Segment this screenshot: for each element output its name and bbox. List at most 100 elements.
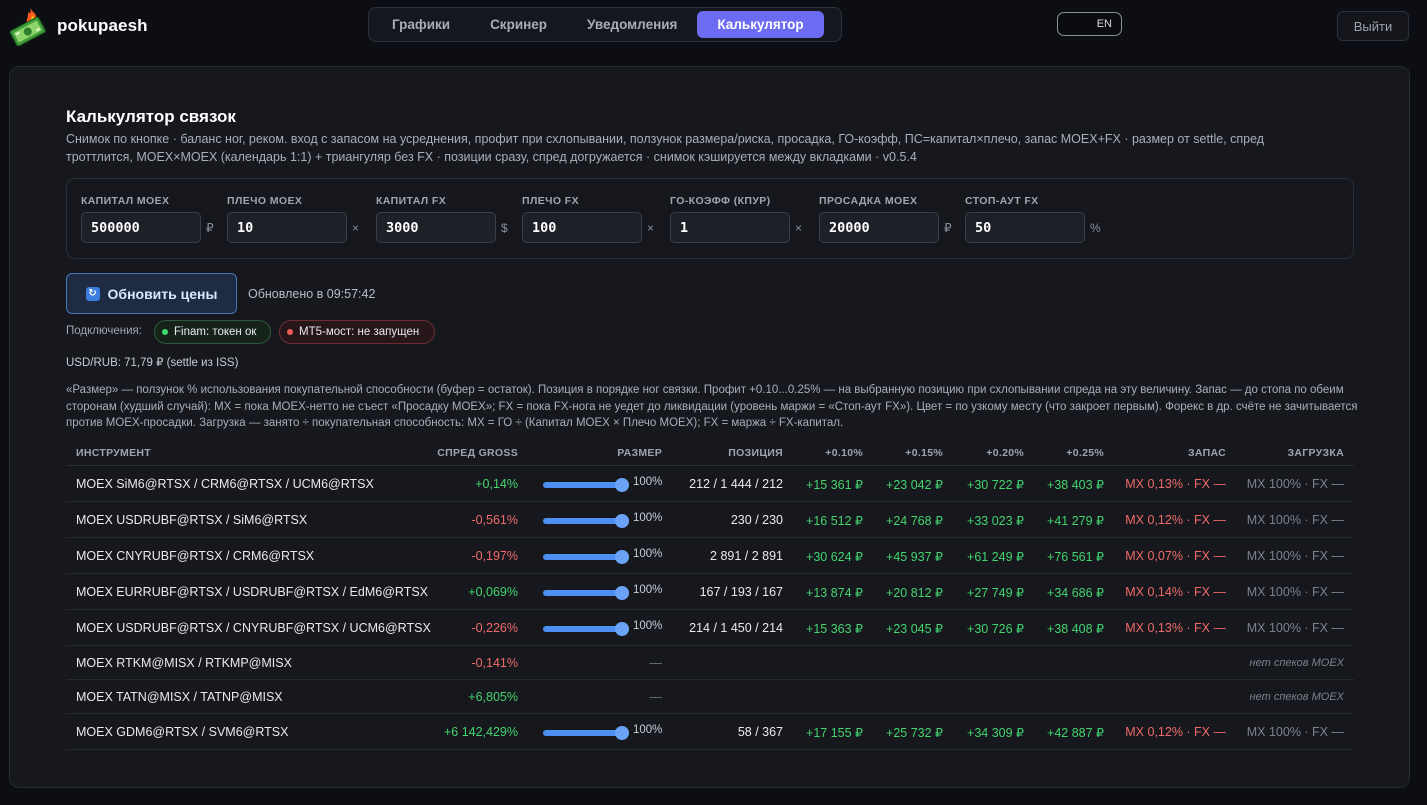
refresh-prices-button[interactable]: ↻ Обновить цены xyxy=(66,273,237,314)
slider-thumb[interactable] xyxy=(615,726,629,740)
reserve-value: MX 0,14% · FX — xyxy=(1125,585,1226,599)
tab-screener[interactable]: Скринер xyxy=(470,11,567,38)
profit-010: +13 874 ₽ xyxy=(806,586,863,600)
size-percent: 100% xyxy=(633,620,663,632)
col-p10: +0.10% xyxy=(825,447,863,459)
leverage-moex-input[interactable]: 10 xyxy=(227,212,347,243)
spread-value: +0,069% xyxy=(468,585,518,599)
profit-015: +24 768 ₽ xyxy=(886,514,943,528)
capital-fx-input[interactable]: 3000 xyxy=(376,212,496,243)
status-dot-icon xyxy=(162,329,168,335)
param-stopout-fx: СТОП-АУТ FX 50 % xyxy=(965,195,1101,243)
slider-thumb[interactable] xyxy=(615,586,629,600)
language-label: EN xyxy=(1096,18,1112,30)
slider-thumb[interactable] xyxy=(615,550,629,564)
tab-charts[interactable]: Графики xyxy=(372,11,470,38)
position-value: 167 / 193 / 167 xyxy=(699,585,783,599)
col-p20: +0.20% xyxy=(986,447,1024,459)
size-percent: 100% xyxy=(633,584,663,596)
row-note: нет спеков MOEX xyxy=(1249,691,1344,703)
table-row: MOEX USDRUBF@RTSX / CNYRUBF@RTSX / UCM6@… xyxy=(66,610,1354,646)
table-row: MOEX RTKM@MISX / RTKMP@MISX -0,141% — нет с… xyxy=(66,646,1354,680)
profit-015: +23 042 ₽ xyxy=(886,478,943,492)
instrument-name: MOEX SiM6@RTSX / CRM6@RTSX / UCM6@RTSX xyxy=(76,477,374,491)
col-load: ЗАГРУЗКА xyxy=(1287,447,1344,459)
position-value: 214 / 1 450 / 214 xyxy=(689,621,783,635)
slider-track xyxy=(543,518,626,524)
load-value: MX 100% · FX — xyxy=(1246,513,1344,527)
position-value: 2 891 / 2 891 xyxy=(710,549,783,563)
param-go-coef: ГО-КОЭФФ (КПУР) 1 × xyxy=(670,195,802,243)
param-label: ПЛЕЧО FX xyxy=(522,195,579,207)
finam-status-text: Finam: токен ок xyxy=(174,326,257,338)
reserve-value: MX 0,12% · FX — xyxy=(1125,725,1226,739)
table-header: ИНСТРУМЕНТ СПРЕД GROSS РАЗМЕР ПОЗИЦИЯ +0… xyxy=(66,438,1354,466)
size-slider[interactable] xyxy=(543,726,629,740)
capital-moex-input[interactable]: 500000 xyxy=(81,212,201,243)
param-label: ПРОСАДКА MOEX xyxy=(819,195,918,207)
stopout-fx-input[interactable]: 50 xyxy=(965,212,1085,243)
spread-value: -0,226% xyxy=(471,621,518,635)
logo[interactable]: pokupaesh xyxy=(8,6,148,46)
profit-025: +38 408 ₽ xyxy=(1047,622,1104,636)
param-unit: ₽ xyxy=(206,220,214,235)
profit-010: +15 361 ₽ xyxy=(806,478,863,492)
param-leverage-fx: ПЛЕЧО FX 100 × xyxy=(522,195,654,243)
profit-020: +33 023 ₽ xyxy=(967,514,1024,528)
load-value: MX 100% · FX — xyxy=(1246,621,1344,635)
refresh-label: Обновить цены xyxy=(107,285,218,302)
col-position: ПОЗИЦИЯ xyxy=(728,447,783,459)
size-slider[interactable] xyxy=(543,550,629,564)
profit-010: +16 512 ₽ xyxy=(806,514,863,528)
drawdown-moex-input[interactable]: 20000 xyxy=(819,212,939,243)
spread-value: +6 142,429% xyxy=(443,725,518,739)
main-nav: Графики Скринер Уведомления Калькулятор xyxy=(368,7,842,42)
col-reserve: ЗАПАС xyxy=(1188,447,1226,459)
spread-value: +0,14% xyxy=(475,477,518,491)
reserve-value: MX 0,13% · FX — xyxy=(1125,621,1226,635)
profit-025: +38 403 ₽ xyxy=(1047,478,1104,492)
size-slider[interactable] xyxy=(543,478,629,492)
profit-010: +30 624 ₽ xyxy=(806,550,863,564)
instrument-name: MOEX EURRUBF@RTSX / USDRUBF@RTSX / EdM6@… xyxy=(76,585,429,599)
size-slider[interactable] xyxy=(543,514,629,528)
size-empty: — xyxy=(649,690,663,704)
param-capital-moex: КАПИТАЛ MOEX 500000 ₽ xyxy=(81,195,214,243)
size-slider[interactable] xyxy=(543,622,629,636)
language-toggle[interactable]: EN xyxy=(1057,12,1122,36)
instrument-name: MOEX GDM6@RTSX / SVM6@RTSX xyxy=(76,725,289,739)
slider-track xyxy=(543,590,626,596)
profit-020: +34 309 ₽ xyxy=(967,726,1024,740)
load-value: MX 100% · FX — xyxy=(1246,725,1344,739)
mt5-status-text: MT5-мост: не запущен xyxy=(299,326,420,338)
profit-015: +20 812 ₽ xyxy=(886,586,943,600)
param-capital-fx: КАПИТАЛ FX 3000 $ xyxy=(376,195,508,243)
slider-track xyxy=(543,730,626,736)
status-dot-icon xyxy=(287,329,293,335)
profit-020: +27 749 ₽ xyxy=(967,586,1024,600)
col-instrument: ИНСТРУМЕНТ xyxy=(76,447,152,459)
size-slider[interactable] xyxy=(543,586,629,600)
instrument-name: MOEX TATN@MISX / TATNP@MISX xyxy=(76,690,283,704)
load-value: MX 100% · FX — xyxy=(1246,549,1344,563)
profit-025: +42 887 ₽ xyxy=(1047,726,1104,740)
profit-010: +17 155 ₽ xyxy=(806,726,863,740)
col-p25: +0.25% xyxy=(1066,447,1104,459)
logout-button[interactable]: Выйти xyxy=(1337,11,1409,41)
tab-calculator[interactable]: Калькулятор xyxy=(697,11,824,38)
instrument-name: MOEX CNYRUBF@RTSX / CRM6@RTSX xyxy=(76,549,315,563)
profit-025: +34 686 ₽ xyxy=(1047,586,1104,600)
param-unit: × xyxy=(647,220,655,235)
slider-thumb[interactable] xyxy=(615,514,629,528)
reserve-value: MX 0,12% · FX — xyxy=(1125,513,1226,527)
go-coef-input[interactable]: 1 xyxy=(670,212,790,243)
param-drawdown-moex: ПРОСАДКА MOEX 20000 ₽ xyxy=(819,195,952,243)
slider-thumb[interactable] xyxy=(615,622,629,636)
profit-025: +76 561 ₽ xyxy=(1047,550,1104,564)
tab-notifications[interactable]: Уведомления xyxy=(567,11,697,38)
table-row: MOEX USDRUBF@RTSX / SiM6@RTSX -0,561% 100%… xyxy=(66,502,1354,538)
leverage-fx-input[interactable]: 100 xyxy=(522,212,642,243)
usdrub-rate: USD/RUB: 71,79 ₽ (settle из ISS) xyxy=(66,357,239,369)
profit-015: +23 045 ₽ xyxy=(886,622,943,636)
slider-thumb[interactable] xyxy=(615,478,629,492)
